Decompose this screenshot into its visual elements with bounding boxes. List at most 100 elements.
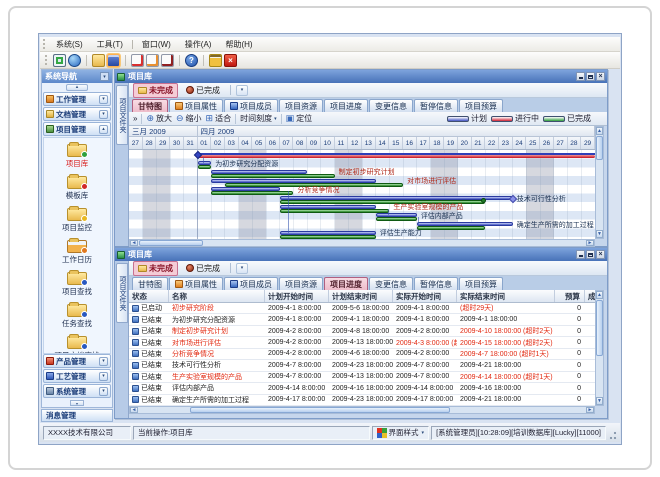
table-tab-甘特图[interactable]: 甘特图 [132,277,168,290]
message-management-tab[interactable]: 消息管理 [41,409,113,422]
minimize-button[interactable] [576,72,585,81]
table-horizontal-scrollbar[interactable]: ◄ ► [129,406,595,414]
table-tab-项目属性[interactable]: 项目属性 [169,277,223,290]
scroll-down-icon[interactable]: ▼ [596,397,603,405]
table-row[interactable]: 已结束制定初步研究计划2009-4-2 8:00:002009-4-8 18:0… [129,326,595,337]
sidebar-group-top-1[interactable]: 工作管理▾ [43,92,111,106]
report-open-icon[interactable] [146,54,159,67]
column-header-状态[interactable]: 状态 [129,290,169,302]
folder-open-icon[interactable] [92,54,105,67]
menu-item-1[interactable]: 系统(S) [49,39,90,50]
ui-style-button[interactable]: 界面样式 ▾ [372,426,430,440]
scroll-more-icon[interactable]: ▾ [70,400,84,406]
table-row[interactable]: 已结束分析竞争情况2009-4-2 8:00:002009-4-6 18:00:… [129,349,595,360]
gantt-tab-暂停信息[interactable]: 暂停信息 [414,99,458,112]
sidebar-item-模板库[interactable]: 模板库 [44,172,110,204]
report-close-icon[interactable] [161,54,174,67]
scrollbar-thumb[interactable] [139,240,203,246]
sidebar-group-top-2[interactable]: 文档管理▾ [43,107,111,121]
menu-item-3[interactable]: 窗口(W) [135,39,178,50]
project-folder-vertical-tab[interactable]: 项目文件夹 [116,85,128,145]
sidebar-group-toggle[interactable]: ▾ [99,357,108,366]
table-row[interactable]: 已结束评估内部产品2009-4-14 8:00:002009-4-16 18:0… [129,383,595,394]
zoom-out-button[interactable]: ⊖缩小 [176,113,202,124]
gantt-window-titlebar[interactable]: 项目库 × [115,70,607,83]
save-icon[interactable] [107,54,120,67]
gantt-chart-canvas[interactable]: 为初步研究分配资源制定初步研究计划对市场进行评估分析竞争情况技术可行性分析生产实… [129,150,595,239]
column-header-名称[interactable]: 名称 [169,290,265,302]
sidebar-group-bottom-3[interactable]: 系统管理▾ [43,384,111,398]
sidebar-item-任务查找[interactable]: 任务查找 [44,300,110,332]
gantt-tab-甘特图[interactable]: 甘特图 [132,99,168,112]
close-button[interactable]: × [596,72,605,81]
scrollbar-thumb[interactable] [190,407,450,413]
sidebar-item-项目文档查找[interactable]: 项目文档查找 [44,332,110,354]
gantt-tab-项目资源[interactable]: 项目资源 [279,99,323,112]
sidebar-group-toggle[interactable]: ▾ [99,387,108,396]
gantt-tab-项目进度[interactable]: 项目进度 [324,99,368,112]
column-header-预算[interactable]: 预算 [555,290,585,302]
sidebar-group-toggle[interactable]: ▾ [99,372,108,381]
lock-icon[interactable] [209,54,222,67]
collapse-button[interactable]: ▴ [66,84,88,91]
table-row[interactable]: 已结束对市场进行评估2009-4-2 8:00:002009-4-13 18:0… [129,337,595,348]
table-row[interactable]: 已结束技术可行性分析2009-4-7 8:00:002009-4-23 18:0… [129,360,595,371]
menu-item-2[interactable]: 工具(T) [90,39,130,50]
scrollbar-thumb[interactable] [596,300,603,356]
filter-finished-button[interactable]: 已完成 [181,83,225,98]
menu-item-5[interactable]: 帮助(H) [218,39,259,50]
table-tab-项目预算[interactable]: 项目预算 [459,277,503,290]
table-tab-项目进度[interactable]: 项目进度 [324,277,368,290]
close-button[interactable]: × [596,250,605,259]
sidebar-group-bottom-2[interactable]: 工艺管理▾ [43,369,111,383]
chevron-down-icon[interactable]: ▾ [100,72,109,81]
locate-button[interactable]: ▣定位 [286,113,313,124]
sidebar-item-项目监控[interactable]: 项目监控 [44,204,110,236]
globe-icon[interactable] [68,54,81,67]
gantt-vertical-scrollbar[interactable]: ▲ ▼ [595,126,604,239]
scrollbar-thumb[interactable] [596,136,603,160]
exit-icon[interactable] [224,54,237,67]
filter-unfinished-button[interactable]: 未完成 [133,83,178,98]
restore-button[interactable] [586,250,595,259]
table-tab-变更信息[interactable]: 变更信息 [369,277,413,290]
table-row[interactable]: 已结束生产实验室规模的产品2009-4-7 8:00:002009-4-13 1… [129,372,595,383]
scroll-left-icon[interactable]: ◄ [130,240,138,246]
restore-button[interactable] [586,72,595,81]
timescale-button[interactable]: 时间刻度▾ [240,113,277,124]
project-folder-vertical-tab[interactable]: 项目文件夹 [116,263,128,323]
scroll-left-icon[interactable]: ◄ [130,407,138,413]
gantt-tab-变更信息[interactable]: 变更信息 [369,99,413,112]
sidebar-group-bottom-1[interactable]: 产品管理▾ [43,354,111,368]
menu-item-4[interactable]: 操作(A) [178,39,219,50]
table-tab-项目资源[interactable]: 项目资源 [279,277,323,290]
filter-dropdown-button[interactable] [236,85,248,96]
filter-finished-button[interactable]: 已完成 [181,261,225,276]
table-window-titlebar[interactable]: 项目库 × [115,248,607,261]
minimize-button[interactable] [576,250,585,259]
fit-button[interactable]: ⊞适合 [206,113,232,124]
table-row[interactable]: 已启动初步研究阶段2009-4-1 8:00:002009-5-6 18:00:… [129,303,595,314]
scroll-up-icon[interactable]: ▲ [596,127,603,135]
sidebar-group-toggle[interactable]: ▾ [99,110,108,119]
column-header-实际结束时间[interactable]: 实际结束时间 [457,290,555,302]
scroll-right-icon[interactable]: ► [586,240,594,246]
column-header-成本[interactable]: 成本 [585,290,595,302]
scroll-right-icon[interactable]: ► [586,407,594,413]
filter-dropdown-button[interactable] [236,263,248,274]
table-tab-项目成员[interactable]: 项目成员 [224,277,278,290]
gantt-tab-项目成员[interactable]: 项目成员 [224,99,278,112]
monitor-icon[interactable] [53,54,66,67]
filter-unfinished-button[interactable]: 未完成 [133,261,178,276]
column-header-实际开始时间[interactable]: 实际开始时间 [393,290,457,302]
resize-grip[interactable] [608,426,617,440]
column-header-计划开始时间[interactable]: 计划开始时间 [265,290,329,302]
table-row[interactable]: 已结束为初步研究分配资源2009-4-1 8:00:002009-4-1 18:… [129,314,595,325]
sidebar-group-top-3[interactable]: 项目管理▴ [43,122,111,136]
sidebar-item-项目库[interactable]: 项目库 [44,140,110,172]
table-row[interactable]: 已结束确定生产所需的加工过程2009-4-17 8:00:002009-4-23… [129,395,595,406]
gantt-horizontal-scrollbar[interactable]: ◄ ► [129,239,595,247]
help-icon[interactable] [185,54,198,67]
sidebar-group-toggle[interactable]: ▴ [99,125,108,134]
gantt-tab-项目预算[interactable]: 项目预算 [459,99,503,112]
